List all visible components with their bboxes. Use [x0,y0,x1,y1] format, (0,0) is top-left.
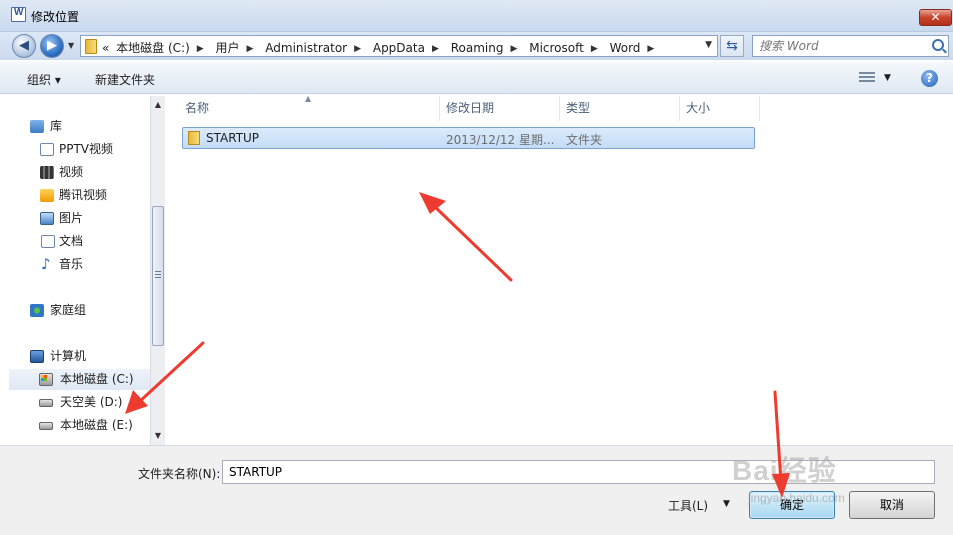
title-bar: 修改位置 ✕ [0,0,953,32]
nav-item-music[interactable]: 音乐 [9,254,150,275]
breadcrumb-chevron-icon[interactable]: ▶ [647,44,654,54]
nav-item-documents[interactable]: 文档 [9,231,150,252]
breadcrumb-users[interactable]: 用户 [216,39,240,56]
breadcrumb-c-drive[interactable]: 本地磁盘 (C:) [116,39,190,56]
nav-item-label: 视频 [59,165,84,179]
tools-dropdown-icon[interactable]: ▼ [723,499,730,509]
libraries-icon [30,120,44,133]
column-modified[interactable]: 修改日期 [440,96,560,121]
address-row: ◀ ▶ ▼ « 本地磁盘 (C:) ▶ 用户 ▶ Administrator ▶ Ap… [0,32,953,60]
breadcrumb-overflow[interactable]: « [102,41,109,55]
column-header: ▲ 名称 修改日期 类型 大小 [167,94,767,121]
forward-button[interactable]: ▶ [40,34,64,58]
file-name: STARTUP [206,131,260,145]
navigation-scrollbar[interactable]: ▲ ▼ [150,96,165,445]
breadcrumb-chevron-icon[interactable]: ▶ [354,44,361,54]
grip-icon [155,271,161,279]
new-folder-button[interactable]: 新建文件夹 [95,71,155,88]
nav-item-videos[interactable]: 视频 [9,162,150,183]
navigation-pane[interactable]: 库 PPTV视频 视频 腾讯视频 图片 文档 音乐 家庭组 计算机 本地磁盘 (… [9,96,150,445]
folder-name-input[interactable] [222,460,935,484]
word-app-icon [11,7,26,22]
music-note-icon [40,254,54,275]
tencent-video-icon [40,189,54,202]
back-button[interactable]: ◀ [12,34,36,58]
nav-item-tencent-video[interactable]: 腾讯视频 [9,185,150,206]
nav-item-label: 文档 [59,234,84,248]
breadcrumb-microsoft[interactable]: Microsoft [529,41,584,55]
breadcrumb-chevron-icon[interactable]: ▶ [247,44,254,54]
search-box[interactable] [752,35,949,57]
dialog-footer: 文件夹名称(N): 工具(L) ▼ 确定 取消 [0,445,953,535]
breadcrumb-chevron-icon[interactable]: ▶ [510,44,517,54]
system-drive-icon [39,373,53,386]
nav-item-computer[interactable]: 计算机 [9,346,150,367]
command-bar: 组织 ▾ 新建文件夹 ▼ ? [0,62,953,94]
nav-item-pptv-video[interactable]: PPTV视频 [9,139,150,160]
nav-item-label: 库 [50,119,63,133]
breadcrumb-word[interactable]: Word [610,41,641,55]
search-icon[interactable] [932,39,944,51]
scroll-down-icon[interactable]: ▼ [151,429,165,443]
nav-item-d-drive[interactable]: 天空美 (D:) [9,392,150,413]
hard-drive-icon [39,422,53,430]
address-bar[interactable]: « 本地磁盘 (C:) ▶ 用户 ▶ Administrator ▶ AppData ▶… [80,35,718,57]
nav-item-e-drive[interactable]: 本地磁盘 (E:) [9,415,150,436]
pptv-video-icon [40,143,54,156]
views-icon[interactable] [859,72,875,84]
nav-item-label: 本地磁盘 (C:) [60,372,134,386]
column-name[interactable]: 名称 [179,96,440,121]
nav-item-c-drive[interactable]: 本地磁盘 (C:) [9,369,150,390]
recent-pages-chevron-icon[interactable]: ▼ [68,41,74,50]
views-dropdown-icon[interactable]: ▼ [884,73,891,83]
breadcrumb-appdata[interactable]: AppData [373,41,425,55]
nav-item-label: 天空美 (D:) [60,395,123,409]
column-type[interactable]: 类型 [560,96,680,121]
file-list[interactable]: ▲ 名称 修改日期 类型 大小 STARTUP 2013/12/12 星期...… [167,94,953,445]
document-icon [41,235,55,248]
breadcrumb-chevron-icon[interactable]: ▶ [591,44,598,54]
column-size[interactable]: 大小 [680,96,760,121]
folder-name-label: 文件夹名称(N): [138,467,221,481]
nav-item-label: 本地磁盘 (E:) [60,418,133,432]
nav-item-libraries[interactable]: 库 [9,116,150,137]
ok-button[interactable]: 确定 [749,491,835,519]
folder-icon [85,39,97,54]
scroll-up-icon[interactable]: ▲ [151,98,165,112]
cancel-button[interactable]: 取消 [849,491,935,519]
breadcrumb: « 本地磁盘 (C:) ▶ 用户 ▶ Administrator ▶ AppData ▶… [102,39,662,56]
breadcrumb-administrator[interactable]: Administrator [265,41,347,55]
table-row[interactable]: STARTUP 2013/12/12 星期... 文件夹 [182,127,755,149]
breadcrumb-chevron-icon[interactable]: ▶ [432,44,439,54]
homegroup-icon [30,304,44,317]
breadcrumb-chevron-icon[interactable]: ▶ [197,44,204,54]
nav-item-label: 腾讯视频 [59,188,108,202]
file-type: 文件夹 [566,133,603,147]
nav-item-pictures[interactable]: 图片 [9,208,150,229]
nav-item-homegroup[interactable]: 家庭组 [9,300,150,321]
nav-item-label: 计算机 [50,349,87,363]
address-dropdown-icon[interactable]: ▼ [705,40,712,50]
nav-item-label: 家庭组 [50,303,87,317]
nav-item-label: 音乐 [59,257,84,271]
organize-menu[interactable]: 组织 ▾ [27,71,61,88]
refresh-button[interactable]: ⇆ [720,35,744,57]
video-film-icon [40,166,54,179]
computer-icon [30,350,44,363]
help-icon[interactable]: ? [921,70,938,87]
hard-drive-icon [39,399,53,407]
window-title: 修改位置 [31,10,80,24]
nav-item-label: PPTV视频 [59,142,114,156]
tools-menu[interactable]: 工具(L) [668,497,708,514]
nav-item-label: 图片 [59,211,84,225]
folder-icon [188,131,200,145]
pictures-icon [40,212,54,225]
close-button[interactable]: ✕ [919,9,952,26]
scrollbar-thumb[interactable] [152,206,164,346]
file-modified: 2013/12/12 星期... [446,133,555,147]
search-input[interactable] [759,38,929,54]
breadcrumb-roaming[interactable]: Roaming [451,41,504,55]
